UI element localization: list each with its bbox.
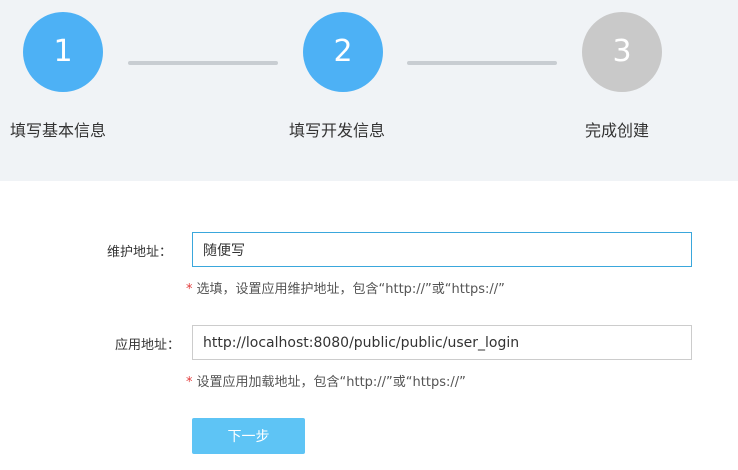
step-connector-2 xyxy=(407,61,557,65)
required-star: * xyxy=(186,375,193,390)
step-1-circle: 1 xyxy=(23,12,103,92)
step-2-label: 填写开发信息 xyxy=(289,121,386,140)
step-3-circle: 3 xyxy=(582,12,662,92)
maintenance-url-hint-text: 选填，设置应用维护地址，包含“http://”或“https://” xyxy=(196,282,505,297)
step-connector-1 xyxy=(128,61,278,65)
step-1-label: 填写基本信息 xyxy=(10,121,107,140)
maintenance-url-input[interactable] xyxy=(192,232,692,267)
next-step-button[interactable]: 下一步 xyxy=(192,418,305,454)
app-url-input[interactable] xyxy=(192,325,692,360)
maintenance-url-hint: * 选填，设置应用维护地址，包含“http://”或“https://” xyxy=(186,278,505,297)
step-3-label: 完成创建 xyxy=(585,121,650,140)
step-2-circle: 2 xyxy=(303,12,383,92)
app-url-label: 应用地址： xyxy=(114,338,180,353)
app-url-hint: * 设置应用加载地址，包含“http://”或“https://” xyxy=(186,371,466,390)
app-url-hint-text: 设置应用加载地址，包含“http://”或“https://” xyxy=(196,375,466,390)
required-star: * xyxy=(186,282,193,297)
step-progress-bar: 1 2 3 填写基本信息 填写开发信息 完成创建 xyxy=(0,0,738,181)
maintenance-url-label: 维护地址： xyxy=(106,245,172,260)
